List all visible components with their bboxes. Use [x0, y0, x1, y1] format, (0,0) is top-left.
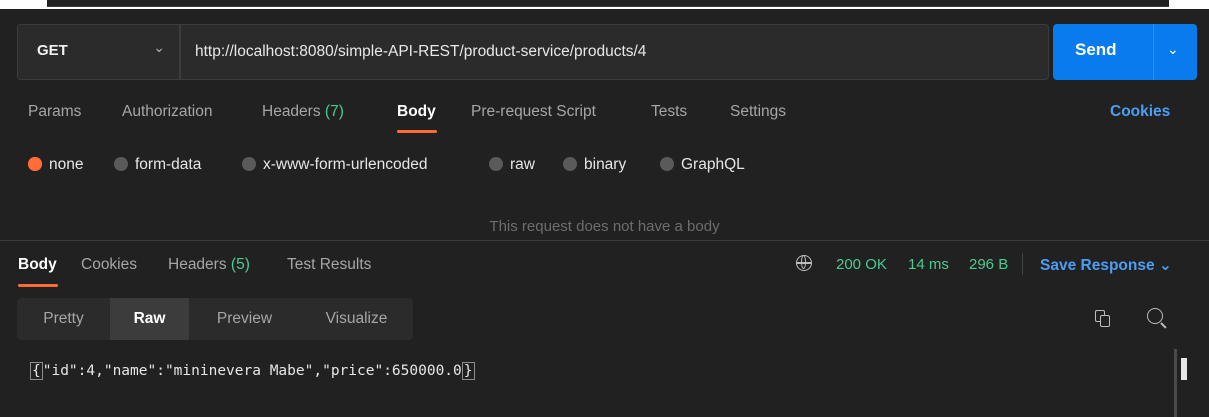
radio-graphql[interactable]: GraphQL — [660, 156, 745, 174]
response-tab-cookies[interactable]: Cookies — [81, 256, 137, 274]
radio-form-data[interactable]: form-data — [114, 156, 201, 174]
response-time[interactable]: 14 ms — [908, 256, 949, 273]
radio-graphql-label: GraphQL — [681, 156, 745, 173]
radio-raw-label: raw — [510, 156, 535, 173]
chevron-down-icon: ⌄ — [153, 39, 165, 55]
top-panel-edge — [47, 0, 1169, 7]
response-headers-label: Headers — [168, 256, 227, 273]
request-tabs: Params Authorization Headers (7) Body Pr… — [0, 103, 1209, 133]
radio-icon — [660, 157, 674, 171]
response-size[interactable]: 296 B — [969, 256, 1008, 273]
tab-headers[interactable]: Headers (7) — [262, 103, 344, 121]
bracket-match-open: { — [30, 362, 43, 380]
tab-authorization[interactable]: Authorization — [122, 103, 212, 121]
send-divider — [1153, 24, 1154, 80]
save-response-label: Save Response — [1040, 257, 1155, 274]
tab-pre-request-script[interactable]: Pre-request Script — [471, 103, 596, 121]
globe-icon[interactable] — [796, 255, 812, 271]
format-preview[interactable]: Preview — [189, 298, 300, 340]
status-code[interactable]: 200 OK — [836, 256, 887, 273]
radio-binary-label: binary — [584, 156, 627, 173]
url-input[interactable]: http://localhost:8080/simple-API-REST/pr… — [180, 24, 1049, 80]
radio-raw[interactable]: raw — [489, 156, 535, 174]
bracket-match-close: } — [461, 362, 475, 380]
cookies-link[interactable]: Cookies — [1110, 103, 1170, 121]
radio-icon — [114, 157, 128, 171]
postman-request-panel: GET ⌄ http://localhost:8080/simple-API-R… — [0, 9, 1209, 417]
body-type-options: none form-data x-www-form-urlencoded raw… — [0, 156, 900, 178]
url-value: http://localhost:8080/simple-API-REST/pr… — [195, 43, 647, 60]
response-tab-body[interactable]: Body — [18, 256, 57, 274]
method-select[interactable]: GET ⌄ — [17, 24, 180, 80]
response-tab-headers[interactable]: Headers (5) — [168, 256, 250, 274]
text-cursor — [1181, 358, 1187, 380]
tab-headers-label: Headers — [262, 103, 321, 120]
scrollbar[interactable] — [1174, 349, 1177, 417]
tab-settings[interactable]: Settings — [730, 103, 786, 121]
response-body-text: "id":4,"name":"mininevera Mabe","price":… — [42, 363, 462, 379]
radio-x-www-form-urlencoded[interactable]: x-www-form-urlencoded — [242, 156, 428, 174]
tab-tests[interactable]: Tests — [651, 103, 687, 121]
save-response-button[interactable]: Save Response ⌄ — [1040, 256, 1172, 275]
method-value: GET — [37, 42, 68, 59]
format-visualize[interactable]: Visualize — [300, 298, 413, 340]
format-raw[interactable]: Raw — [110, 298, 189, 340]
copy-icon[interactable] — [1095, 310, 1111, 328]
screenshot-frame: GET ⌄ http://localhost:8080/simple-API-R… — [0, 0, 1209, 417]
format-tabs: Pretty Raw Preview Visualize — [17, 298, 413, 340]
send-label: Send — [1075, 40, 1117, 59]
send-button[interactable]: Send ⌄ — [1053, 24, 1197, 80]
search-icon[interactable] — [1147, 308, 1163, 324]
radio-icon — [563, 157, 577, 171]
radio-none[interactable]: none — [28, 156, 83, 174]
divider — [1022, 253, 1023, 275]
radio-icon — [489, 157, 503, 171]
format-pretty[interactable]: Pretty — [17, 298, 110, 340]
response-active-tab-indicator — [18, 284, 58, 287]
send-options-chevron-icon[interactable]: ⌄ — [1167, 41, 1179, 58]
response-tab-test-results[interactable]: Test Results — [287, 256, 371, 274]
radio-icon — [242, 157, 256, 171]
radio-binary[interactable]: binary — [563, 156, 626, 174]
tab-headers-count: (7) — [324, 103, 344, 120]
no-body-message: This request does not have a body — [489, 218, 720, 235]
radio-form-data-label: form-data — [135, 156, 202, 173]
response-body[interactable]: {"id":4,"name":"mininevera Mabe","price"… — [30, 362, 475, 380]
chevron-down-icon: ⌄ — [1158, 257, 1172, 274]
tab-body[interactable]: Body — [397, 103, 436, 121]
active-tab-indicator — [397, 130, 437, 133]
radio-urlencoded-label: x-www-form-urlencoded — [263, 156, 428, 173]
tab-params[interactable]: Params — [28, 103, 81, 121]
radio-none-label: none — [49, 156, 84, 173]
url-bar: GET ⌄ http://localhost:8080/simple-API-R… — [17, 24, 1197, 80]
response-headers-count: (5) — [230, 256, 250, 273]
radio-selected-icon — [28, 157, 42, 171]
response-panel: Body Cookies Headers (5) Test Results 20… — [0, 240, 1209, 417]
